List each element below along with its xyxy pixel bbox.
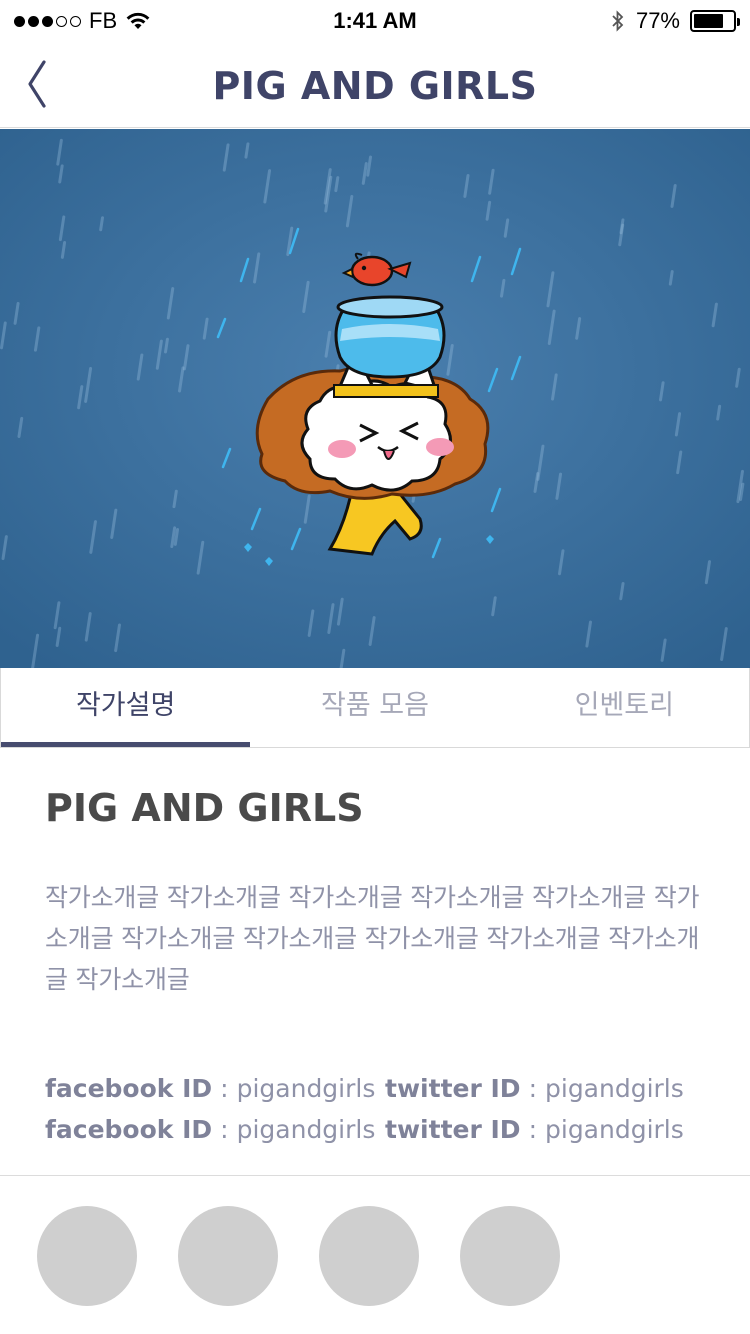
facebook-id-value: pigandgirls [236, 1115, 376, 1144]
artwork-image [0, 129, 750, 668]
tab-artist-description[interactable]: 작가설명 [1, 668, 251, 747]
status-right: 77% [610, 8, 740, 34]
separator: : [528, 1115, 537, 1144]
bluetooth-icon [612, 10, 624, 32]
twitter-id-label: twitter ID [385, 1115, 521, 1144]
separator: : [220, 1074, 229, 1103]
artist-name: PIG AND GIRLS [45, 786, 364, 830]
twitter-id-label: twitter ID [385, 1074, 521, 1103]
facebook-id[interactable]: facebook ID: pigandgirls [45, 1115, 385, 1144]
artist-description: 작가소개글 작가소개글 작가소개글 작가소개글 작가소개글 작가소개글 작가소개… [45, 883, 700, 994]
battery-fill [694, 14, 724, 28]
rain-streak [334, 176, 340, 193]
thumbnail-placeholder[interactable] [37, 1206, 137, 1306]
separator: : [528, 1074, 537, 1103]
facebook-id-label: facebook ID [45, 1074, 213, 1103]
page-title: PIG AND GIRLS [212, 64, 538, 108]
battery-percent: 77% [635, 8, 680, 33]
thumbnail-placeholder[interactable] [178, 1206, 278, 1306]
work-thumbnails [37, 1206, 560, 1306]
sns-info: facebook ID: pigandgirls twitter ID: pigan… [45, 1068, 725, 1150]
facebook-id-value: pigandgirls [236, 1074, 376, 1103]
facebook-id-label: facebook ID [45, 1115, 213, 1144]
separator: : [220, 1115, 229, 1144]
twitter-id[interactable]: twitter ID: pigandgirls [385, 1115, 725, 1144]
twitter-id-value: pigandgirls [545, 1115, 684, 1144]
battery-icon [690, 10, 740, 32]
twitter-id-value: pigandgirls [545, 1074, 684, 1103]
sns-row: facebook ID: pigandgirls twitter ID: pigan… [45, 1109, 725, 1150]
rain-streak [244, 142, 250, 159]
thumbnail-placeholder[interactable] [319, 1206, 419, 1306]
divider [0, 1175, 750, 1176]
thumbnail-placeholder[interactable] [460, 1206, 560, 1306]
rain-streak [716, 404, 722, 421]
rain-streak [99, 216, 104, 232]
hero-illustration [0, 129, 750, 668]
navigation-bar: PIG AND GIRLS [0, 40, 750, 128]
tab-bar: 작가설명 작품 모음 인벤토리 [0, 668, 750, 748]
rain-streak [668, 270, 674, 286]
facebook-id[interactable]: facebook ID: pigandgirls [45, 1074, 385, 1103]
tab-works-collection[interactable]: 작품 모음 [250, 668, 499, 747]
twitter-id[interactable]: twitter ID: pigandgirls [385, 1074, 725, 1103]
sns-row: facebook ID: pigandgirls twitter ID: pigan… [45, 1068, 725, 1109]
status-bar: FB 1:41 AM 77% [0, 0, 750, 40]
rain-streak [164, 337, 169, 354]
tab-inventory[interactable]: 인벤토리 [500, 668, 749, 747]
